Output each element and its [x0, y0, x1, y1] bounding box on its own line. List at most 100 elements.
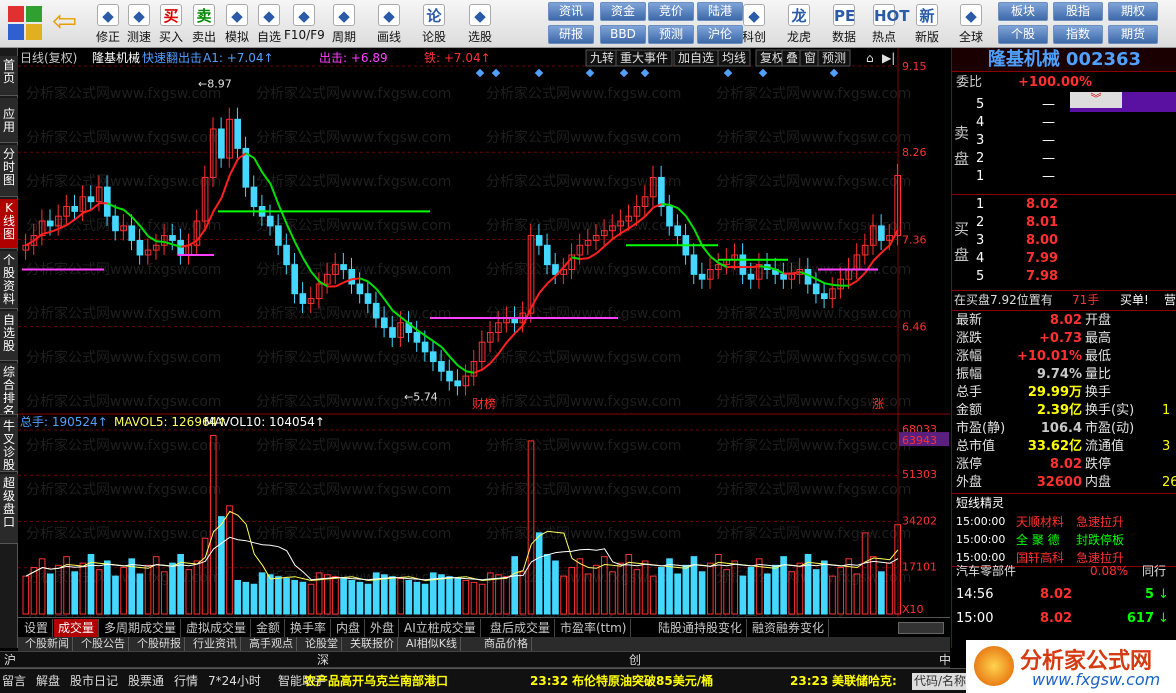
app-logo-icon[interactable] [8, 6, 42, 40]
toolbar-button-pencil[interactable]: ◆ 画线 [369, 2, 409, 46]
short-stock[interactable]: 全 聚 德 [1016, 531, 1076, 549]
candle-body [250, 186, 258, 208]
toolbar-button-magnify-chart[interactable]: ◆ 选股 [460, 2, 500, 46]
status-item[interactable]: 股市日记 [70, 673, 118, 690]
indicator-tab[interactable]: 换手率 [286, 619, 332, 637]
scroll-bar[interactable] [898, 622, 944, 634]
sector-extra[interactable]: 同行 [1142, 562, 1176, 580]
toolbar-button-star[interactable]: ◆ 自选 [249, 2, 289, 46]
bid-price[interactable]: 8.01 [1026, 214, 1086, 232]
info-tab[interactable]: 高手观点 [246, 637, 297, 651]
left-tab[interactable]: 自选股 [0, 311, 18, 361]
status-item[interactable]: 7*24小时 [208, 673, 261, 690]
indicator-tab[interactable]: 融资融券变化 [748, 619, 830, 637]
kline-chart-area[interactable]: 分析家公式网www.fxgsw.com 分析家公式网www.fxgsw.com 分析… [18, 48, 950, 618]
indicator-tab[interactable]: 内盘 [332, 619, 366, 637]
indicator-tab[interactable]: 市盈率(ttm) [556, 619, 632, 637]
index-label[interactable]: 创 [625, 652, 645, 668]
indicator-tab[interactable]: 多周期成交量 [100, 619, 182, 637]
info-tab[interactable]: 关联报价 [347, 637, 398, 651]
indicator-tab[interactable]: 设置 [20, 619, 54, 637]
buy-extra: 营 [1164, 293, 1176, 307]
quick-button[interactable]: 资讯 [548, 2, 594, 21]
sector-name[interactable]: 汽车零部件 [956, 562, 1056, 580]
toolbar-button-clock[interactable]: ◆ 周期 [324, 2, 364, 46]
logo-badge [974, 646, 1014, 686]
ask-price[interactable]: — [1042, 168, 1092, 186]
quick-button[interactable]: 研报 [548, 25, 594, 44]
quick-button[interactable]: 陆港 [697, 2, 743, 21]
left-tab[interactable]: 牛叉诊股 [0, 417, 18, 472]
ask-price[interactable]: — [1042, 114, 1092, 132]
ask-price[interactable]: — [1042, 96, 1092, 114]
ask-price[interactable]: — [1042, 150, 1092, 168]
quick-button[interactable]: 板块 [998, 2, 1048, 21]
news-ticker[interactable]: 布伦特原油突破85美元/桶 [572, 673, 713, 690]
code-input[interactable]: 代码/名称 [912, 673, 968, 690]
info-tab[interactable]: 个股公告 [78, 637, 129, 651]
indicator-tab[interactable]: AI立桩成交量 [400, 619, 481, 637]
indicator-tab[interactable]: 外盘 [366, 619, 400, 637]
left-tab[interactable]: 个股资料 [0, 251, 18, 309]
gavel-icon: ◆ [226, 4, 248, 26]
left-tab[interactable]: 综合排名 [0, 363, 18, 415]
left-tab[interactable]: 应用 [0, 98, 18, 143]
status-item[interactable]: 解盘 [36, 673, 60, 690]
left-tab[interactable]: 分时图 [0, 145, 18, 197]
toolbar-button-fire[interactable]: HOT 热点 [864, 2, 910, 46]
quick-button[interactable]: 竞价 [648, 2, 694, 21]
status-item[interactable]: 留言 [2, 673, 26, 690]
quick-button[interactable]: 个股 [998, 25, 1048, 44]
quick-button[interactable]: 期货 [1108, 25, 1158, 44]
quick-button[interactable]: BBD [600, 25, 646, 44]
news-ticker[interactable]: 美联储哈克: [832, 673, 897, 690]
toolbar-button-new[interactable]: 新新版 [907, 2, 947, 46]
indicator-tab[interactable]: 虚拟成交量 [182, 619, 252, 637]
next-icon[interactable]: ▶| [882, 51, 895, 65]
toolbar-button-globe[interactable]: ◆ 全球 [951, 2, 991, 46]
logo-square [26, 24, 42, 40]
info-tab[interactable]: 论股堂 [302, 637, 342, 651]
index-label[interactable]: 深 [313, 652, 333, 668]
info-tab[interactable]: AI相似K线 [403, 637, 461, 651]
toolbar-button-window[interactable]: ◆ F10/F9 [284, 2, 325, 46]
short-stock[interactable]: 天顺材料 [1016, 513, 1076, 531]
volume-bar [878, 571, 885, 615]
toolbar-button-data[interactable]: PE 数据 [824, 2, 864, 46]
indicator-tab[interactable]: 盘后成交量 [486, 619, 556, 637]
info-tab[interactable]: 个股新闻 [22, 637, 73, 651]
bid-price[interactable]: 8.00 [1026, 232, 1086, 250]
news-ticker[interactable]: 农产品高开乌克兰南部港口 [304, 673, 448, 690]
status-item[interactable]: 股票通 [128, 673, 164, 690]
indicator-tab[interactable]: 陆股通持股变化 [654, 619, 748, 637]
toolbar-button-dragon[interactable]: 龙龙虎 [779, 2, 819, 46]
candle-body [356, 283, 364, 295]
bid-price[interactable]: 8.02 [1026, 196, 1086, 214]
status-item[interactable]: 行情 [174, 673, 198, 690]
indicator-tab[interactable]: 金额 [252, 619, 286, 637]
index-label[interactable]: 中 [935, 652, 955, 668]
info-tab[interactable]: 商品价格 [481, 637, 532, 651]
ask-price[interactable]: — [1042, 132, 1092, 150]
data-icon: PE [833, 4, 855, 26]
index-label[interactable]: 沪 [0, 652, 20, 668]
left-tab[interactable]: 超级盘口 [0, 474, 18, 544]
left-tab[interactable]: 首页 [0, 56, 18, 96]
back-arrow-icon[interactable]: ⇦ [52, 7, 82, 38]
indicator-tab[interactable]: 成交量 [54, 619, 100, 637]
quick-button[interactable]: 指数 [1053, 25, 1103, 44]
toolbar-button-chat[interactable]: 论论股 [414, 2, 454, 46]
quick-button[interactable]: 股指 [1053, 2, 1103, 21]
volume-bar [552, 560, 559, 615]
bid-price[interactable]: 7.99 [1026, 250, 1086, 268]
quote-label-2: 量比 [1085, 367, 1112, 382]
left-tab[interactable]: K线图 [0, 199, 18, 249]
quick-button[interactable]: 预测 [648, 25, 694, 44]
bid-price[interactable]: 7.98 [1026, 268, 1086, 286]
quick-button[interactable]: 沪伦 [697, 25, 743, 44]
quick-button[interactable]: 资金 [600, 2, 646, 21]
lock-icon[interactable]: ⌂ [866, 51, 874, 65]
info-tab[interactable]: 个股研报 [134, 637, 185, 651]
info-tab[interactable]: 行业资讯 [190, 637, 241, 651]
quick-button[interactable]: 期权 [1108, 2, 1158, 21]
